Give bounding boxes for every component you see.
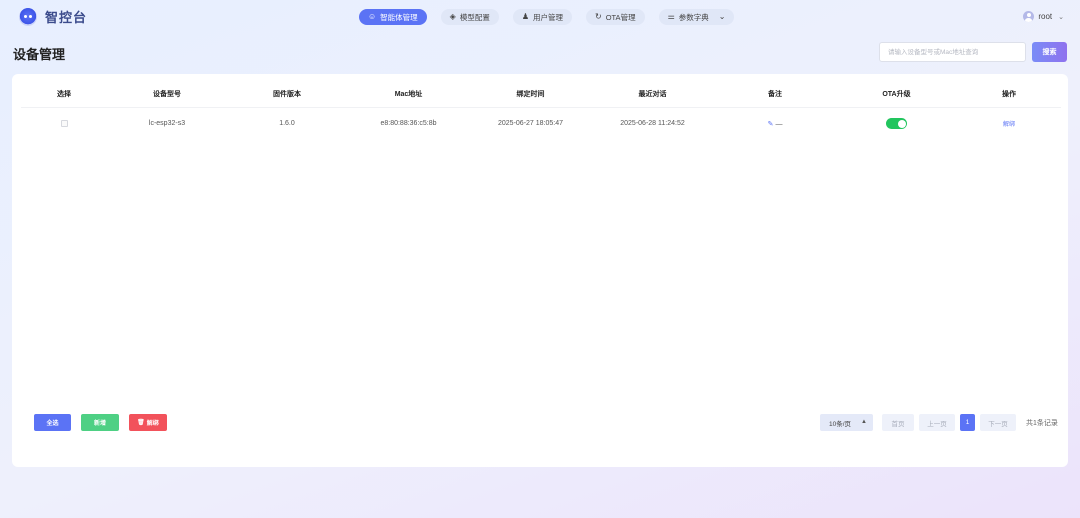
- nav-label: 模型配置: [459, 12, 490, 22]
- remark-text: —: [775, 120, 783, 128]
- refresh-icon: ↻: [595, 12, 602, 21]
- cell-last-chat: 2025-06-28 11:24:52: [620, 120, 685, 128]
- first-page-button[interactable]: 首页: [882, 414, 914, 431]
- table-header-row: 选择 设备型号 固件版本 Mac地址 绑定时间 最近对话 备注 OTA升级 操作: [21, 82, 1061, 108]
- page-number-1[interactable]: 1: [960, 414, 975, 431]
- add-button[interactable]: 新增: [81, 414, 119, 431]
- trash-icon: 🗑: [137, 420, 145, 426]
- header-select: 选择: [21, 82, 107, 108]
- cell-mac: e8:80:88:36:c5:8b: [380, 120, 437, 128]
- cell-firmware: 1.6.0: [279, 120, 295, 128]
- edit-pencil-icon[interactable]: ✎: [768, 121, 774, 128]
- nav-label: OTA管理: [605, 12, 636, 22]
- robot-logo-icon: [19, 7, 37, 26]
- page-size-select[interactable]: 10条/页 ▲: [820, 414, 873, 431]
- device-table-card: 选择 设备型号 固件版本 Mac地址 绑定时间 最近对话 备注 OTA升级 操作…: [12, 74, 1068, 467]
- unbind-link[interactable]: 解绑: [1003, 122, 1015, 128]
- sliders-icon: ⚌: [667, 12, 675, 21]
- user-menu[interactable]: root ⌄: [1023, 11, 1064, 22]
- cell-remark[interactable]: ✎ —: [714, 107, 836, 140]
- bulk-unbind-label: 解绑: [146, 421, 159, 427]
- cell-select: [21, 107, 107, 140]
- logo-text: 智控台: [45, 10, 88, 25]
- nav-ota-management[interactable]: ↻ OTA管理: [586, 9, 645, 25]
- header-last-chat: 最近对话: [591, 82, 714, 108]
- cell-bind-time: 2025-06-27 18:05:47: [498, 120, 563, 128]
- nav-user-management[interactable]: ♟ 用户管理: [512, 9, 572, 25]
- nav-label: 用户管理: [533, 12, 563, 22]
- bulk-unbind-button[interactable]: 🗑 解绑: [129, 414, 167, 431]
- layers-icon: ◈: [449, 12, 456, 21]
- nav-model-config[interactable]: ◈ 模型配置: [440, 9, 499, 25]
- chevron-down-icon: ⌄: [1058, 13, 1064, 21]
- main-nav: ☺ 智能体管理 ◈ 模型配置 ♟ 用户管理 ↻ OTA管理 ⚌ 参数字典 ⌄: [359, 9, 735, 25]
- page-size-value: 10条/页: [829, 420, 852, 428]
- page-title: 设备管理: [13, 47, 66, 62]
- logo[interactable]: 智控台: [19, 7, 87, 26]
- user-icon: ♟: [521, 12, 529, 21]
- select-all-button[interactable]: 全选: [34, 414, 71, 431]
- robot-icon: ☺: [368, 12, 377, 21]
- avatar: [1023, 11, 1035, 22]
- triangle-up-icon: ▲: [861, 419, 867, 425]
- row-checkbox[interactable]: [60, 120, 68, 128]
- header-firmware: 固件版本: [227, 82, 347, 108]
- header-model: 设备型号: [107, 82, 227, 108]
- search-button[interactable]: 搜索: [1032, 42, 1067, 62]
- cell-model: lc-esp32-s3: [148, 120, 186, 128]
- total-records: 共1条记录: [1026, 420, 1058, 427]
- header-remark: 备注: [714, 82, 836, 108]
- cell-ota: [836, 107, 957, 140]
- search-input[interactable]: [879, 42, 1026, 62]
- top-bar: 智控台 ☺ 智能体管理 ◈ 模型配置 ♟ 用户管理 ↻ OTA管理 ⚌ 参数字典…: [0, 0, 1080, 34]
- header-ota: OTA升级: [836, 82, 957, 108]
- username: root: [1038, 12, 1053, 21]
- nav-param-dictionary[interactable]: ⚌ 参数字典 ⌄: [658, 9, 735, 25]
- table-row: lc-esp32-s3 1.6.0 e8:80:88:36:c5:8b 2025…: [21, 107, 1061, 140]
- ota-toggle[interactable]: [886, 118, 907, 130]
- nav-label: 参数字典: [678, 12, 709, 22]
- header-action: 操作: [957, 82, 1061, 108]
- nav-agent-management[interactable]: ☺ 智能体管理: [359, 9, 427, 25]
- next-page-button[interactable]: 下一页: [980, 414, 1016, 431]
- header-bind-time: 绑定时间: [470, 82, 591, 108]
- nav-label: 智能体管理: [380, 12, 418, 22]
- prev-page-button[interactable]: 上一页: [919, 414, 955, 431]
- header-mac: Mac地址: [347, 82, 470, 108]
- cell-action: 解绑: [957, 107, 1061, 140]
- device-table: 选择 设备型号 固件版本 Mac地址 绑定时间 最近对话 备注 OTA升级 操作…: [21, 82, 1061, 140]
- chevron-down-icon: ⌄: [718, 12, 726, 21]
